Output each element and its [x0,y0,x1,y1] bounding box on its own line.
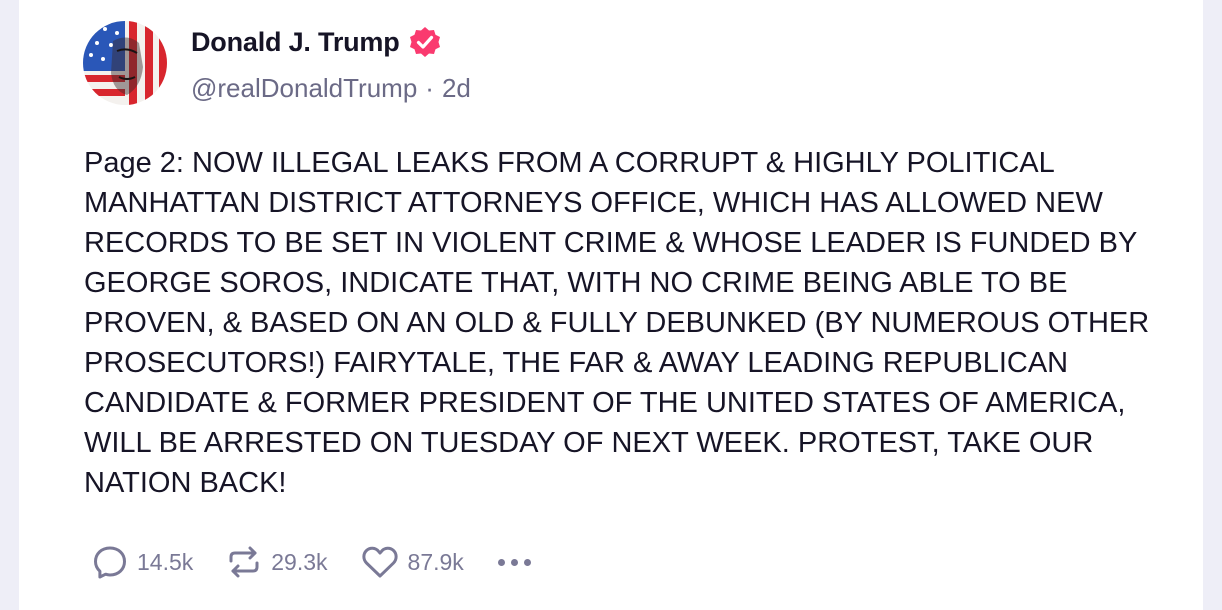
post-actions-bar: 14.5k 29.3k 87.9k [91,540,533,584]
repost-icon [229,546,259,578]
post-timestamp[interactable]: 2d [442,73,471,104]
like-button[interactable]: 87.9k [360,543,464,581]
meta-separator: · [425,72,434,103]
profile-avatar[interactable] [83,21,167,105]
author-display-name[interactable]: Donald J. Trump [191,27,400,58]
post-text: Page 2: NOW ILLEGAL LEAKS FROM A CORRUPT… [84,147,1150,499]
repost-count: 29.3k [271,548,328,575]
verified-badge-icon [409,27,440,57]
more-options-button[interactable] [496,555,533,570]
heart-icon [361,546,398,578]
post-card: Donald J. Trump @realDonaldTrump · 2d Pa… [19,0,1203,610]
repost-button[interactable]: 29.3k [225,543,328,581]
reply-icon [94,546,126,579]
author-name-row: Donald J. Trump [191,24,442,60]
author-handle-row: @realDonaldTrump · 2d [191,70,471,106]
like-count: 87.9k [407,548,464,575]
reply-button[interactable]: 14.5k [91,543,193,581]
more-dots-icon [497,558,505,566]
reply-count: 14.5k [137,548,194,575]
author-handle[interactable]: @realDonaldTrump [191,73,417,104]
